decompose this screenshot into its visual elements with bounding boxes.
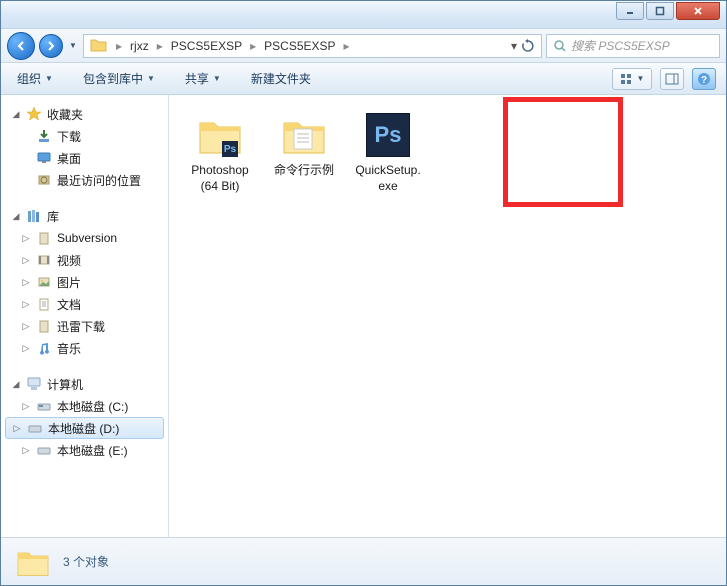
- folder-icon: [90, 37, 108, 55]
- document-icon: [35, 296, 53, 312]
- help-button[interactable]: ?: [692, 68, 716, 90]
- navbar: ▼ ▸ rjxz ▸ PSCS5EXSP ▸ PSCS5EXSP ▸ ▾ 搜索 …: [1, 29, 726, 63]
- drive-icon: [35, 398, 53, 414]
- organize-menu[interactable]: 组织 ▼: [11, 66, 59, 91]
- toolbar: 组织 ▼ 包含到库中 ▼ 共享 ▼ 新建文件夹 ▼ ?: [1, 63, 726, 95]
- search-icon: [553, 39, 567, 53]
- drive-icon: [35, 442, 53, 458]
- explorer-window: ▼ ▸ rjxz ▸ PSCS5EXSP ▸ PSCS5EXSP ▸ ▾ 搜索 …: [0, 0, 727, 586]
- collapse-arrow-icon[interactable]: ◢: [11, 379, 21, 389]
- forward-button[interactable]: [39, 34, 63, 58]
- folder-icon: Ps: [196, 111, 244, 159]
- sidebar-item-xunlei[interactable]: ▷迅雷下载: [1, 315, 168, 337]
- sidebar[interactable]: ◢ 收藏夹 下载 桌面 最近访问的位置: [1, 95, 169, 537]
- sidebar-item-documents[interactable]: ▷文档: [1, 293, 168, 315]
- breadcrumb[interactable]: ▸ rjxz ▸ PSCS5EXSP ▸ PSCS5EXSP ▸ ▾: [83, 34, 542, 58]
- include-menu[interactable]: 包含到库中 ▼: [77, 66, 161, 91]
- search-input[interactable]: 搜索 PSCS5EXSP: [546, 34, 720, 58]
- statusbar: 3 个对象: [1, 537, 726, 585]
- drive-icon: [26, 420, 44, 436]
- library-icon: [35, 318, 53, 334]
- minimize-button[interactable]: [616, 2, 644, 20]
- chevron-right-icon[interactable]: ▸: [340, 39, 354, 53]
- recent-icon: [35, 172, 53, 188]
- expand-arrow-icon[interactable]: ▷: [21, 299, 31, 309]
- maximize-button[interactable]: [646, 2, 674, 20]
- folder-icon: [15, 544, 51, 580]
- expand-arrow-icon[interactable]: ▷: [21, 445, 31, 455]
- file-item-folder[interactable]: Ps Photoshop (64 Bit): [181, 107, 259, 198]
- collapse-arrow-icon[interactable]: ◢: [11, 211, 21, 221]
- download-icon: [35, 128, 53, 144]
- sidebar-item-recent[interactable]: 最近访问的位置: [1, 169, 168, 191]
- sidebar-item-desktop[interactable]: 桌面: [1, 147, 168, 169]
- titlebar: [1, 1, 726, 29]
- breadcrumb-item[interactable]: PSCS5EXSP: [260, 39, 339, 53]
- sidebar-item-pictures[interactable]: ▷图片: [1, 271, 168, 293]
- back-button[interactable]: [7, 32, 35, 60]
- sidebar-item-subversion[interactable]: ▷Subversion: [1, 227, 168, 249]
- search-placeholder: 搜索 PSCS5EXSP: [571, 37, 670, 54]
- file-item-exe[interactable]: Ps QuickSetup.exe: [349, 107, 427, 198]
- expand-arrow-icon[interactable]: ▷: [21, 233, 31, 243]
- libraries-group: ◢ 库 ▷Subversion ▷视频 ▷图片 ▷文档 ▷迅雷下载 ▷音乐: [1, 205, 168, 359]
- libraries-icon: [25, 208, 43, 224]
- svg-text:?: ?: [701, 75, 707, 86]
- sidebar-item-music[interactable]: ▷音乐: [1, 337, 168, 359]
- highlight-annotation: [503, 97, 623, 207]
- sidebar-item-drive-d[interactable]: ▷本地磁盘 (D:): [5, 417, 164, 439]
- library-icon: [35, 230, 53, 246]
- chevron-right-icon[interactable]: ▸: [153, 39, 167, 53]
- breadcrumb-item[interactable]: rjxz: [126, 39, 153, 53]
- file-label: QuickSetup.exe: [353, 163, 423, 194]
- share-menu[interactable]: 共享 ▼: [179, 66, 227, 91]
- expand-arrow-icon[interactable]: ▷: [21, 321, 31, 331]
- libraries-header[interactable]: ◢ 库: [1, 205, 168, 227]
- newfolder-button[interactable]: 新建文件夹: [245, 66, 317, 91]
- expand-arrow-icon[interactable]: ▷: [21, 401, 31, 411]
- photoshop-icon: Ps: [364, 111, 412, 159]
- chevron-right-icon[interactable]: ▸: [246, 39, 260, 53]
- favorites-group: ◢ 收藏夹 下载 桌面 最近访问的位置: [1, 103, 168, 191]
- favorites-header[interactable]: ◢ 收藏夹: [1, 103, 168, 125]
- preview-pane-button[interactable]: [660, 68, 684, 90]
- status-text: 3 个对象: [63, 553, 109, 570]
- chevron-right-icon[interactable]: ▸: [112, 39, 126, 53]
- expand-arrow-icon[interactable]: ▷: [12, 423, 22, 433]
- computer-header[interactable]: ◢ 计算机: [1, 373, 168, 395]
- computer-group: ◢ 计算机 ▷本地磁盘 (C:) ▷本地磁盘 (D:) ▷本地磁盘 (E:): [1, 373, 168, 461]
- history-dropdown[interactable]: ▼: [67, 36, 79, 56]
- computer-icon: [25, 376, 43, 392]
- view-button[interactable]: ▼: [612, 68, 652, 90]
- window-controls: [616, 2, 720, 20]
- file-label: 命令行示例: [274, 163, 334, 179]
- collapse-arrow-icon[interactable]: ◢: [11, 109, 21, 119]
- file-list[interactable]: Ps Photoshop (64 Bit) 命令行示例 Ps QuickSetu…: [169, 95, 726, 537]
- star-icon: [25, 106, 43, 122]
- sidebar-item-drive-e[interactable]: ▷本地磁盘 (E:): [1, 439, 168, 461]
- expand-arrow-icon[interactable]: ▷: [21, 277, 31, 287]
- desktop-icon: [35, 150, 53, 166]
- sidebar-item-videos[interactable]: ▷视频: [1, 249, 168, 271]
- breadcrumb-item[interactable]: PSCS5EXSP: [167, 39, 246, 53]
- body: ◢ 收藏夹 下载 桌面 最近访问的位置: [1, 95, 726, 537]
- music-icon: [35, 340, 53, 356]
- sidebar-item-drive-c[interactable]: ▷本地磁盘 (C:): [1, 395, 168, 417]
- picture-icon: [35, 274, 53, 290]
- folder-icon: [280, 111, 328, 159]
- expand-arrow-icon[interactable]: ▷: [21, 255, 31, 265]
- video-icon: [35, 252, 53, 268]
- chevron-down-icon[interactable]: ▾: [507, 39, 521, 53]
- expand-arrow-icon[interactable]: ▷: [21, 343, 31, 353]
- close-button[interactable]: [676, 2, 720, 20]
- refresh-button[interactable]: ▾: [507, 39, 535, 53]
- file-label: Photoshop (64 Bit): [185, 163, 255, 194]
- sidebar-item-downloads[interactable]: 下载: [1, 125, 168, 147]
- file-item-folder[interactable]: 命令行示例: [265, 107, 343, 183]
